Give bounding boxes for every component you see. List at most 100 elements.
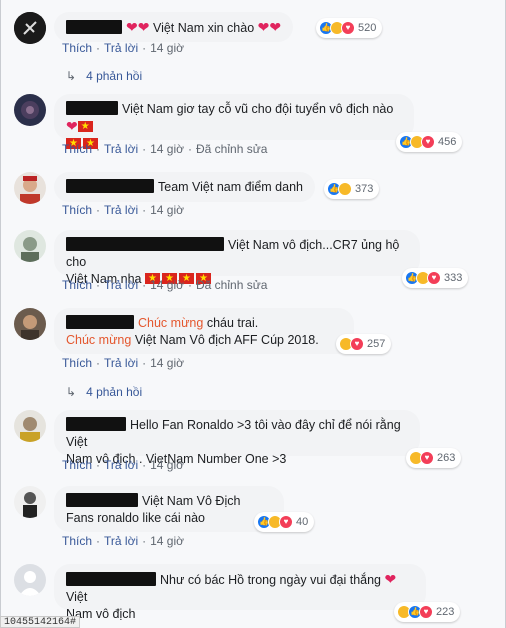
comment-text: Việt Nam giơ tay cỗ vũ cho đội tuyển vô … xyxy=(122,102,394,116)
reaction-count: 333 xyxy=(444,272,463,284)
edited-label[interactable]: Đã chỉnh sửa xyxy=(196,142,267,156)
haha-reaction-icon xyxy=(338,182,352,196)
comment-text: Như có bác Hồ trong ngày vui đại thắng xyxy=(160,573,382,587)
reaction-summary[interactable]: ♥ 257 xyxy=(336,334,392,354)
comment-actions: Thích · Trả lời · 14 giờ xyxy=(62,203,184,217)
mention-tag[interactable]: Chúc mừng xyxy=(138,316,203,330)
love-reaction-icon: ♥ xyxy=(421,135,435,149)
love-reaction-icon: ♥ xyxy=(419,605,433,619)
reaction-count: 257 xyxy=(367,338,386,350)
heart-icon: ❤ xyxy=(384,571,397,587)
heart-icon: ❤❤ xyxy=(126,19,150,35)
comment-time[interactable]: 14 giờ xyxy=(150,142,184,156)
comment-bubble: ❤❤ Việt Nam xin chào ❤❤ xyxy=(54,12,294,42)
redacted-name xyxy=(66,417,126,431)
comment-time[interactable]: 14 giờ xyxy=(150,278,184,292)
view-replies-link[interactable]: ↳ 4 phản hồi xyxy=(66,69,142,83)
redacted-name xyxy=(66,315,134,329)
like-link[interactable]: Thích xyxy=(62,356,92,370)
edited-label[interactable]: Đã chỉnh sửa xyxy=(196,278,267,292)
comment-time[interactable]: 14 giờ xyxy=(150,458,184,472)
avatar[interactable] xyxy=(14,308,46,340)
love-reaction-icon: ♥ xyxy=(350,337,364,351)
redacted-name xyxy=(66,179,154,193)
reaction-summary[interactable]: 👍 ♥ 40 xyxy=(254,512,315,532)
reaction-summary[interactable]: 👍 ♥ 333 xyxy=(402,268,469,288)
like-link[interactable]: Thích xyxy=(62,41,92,55)
love-reaction-icon: ♥ xyxy=(427,271,441,285)
comment-text: cháu trai. xyxy=(206,316,259,330)
vietnam-flag-icon xyxy=(77,118,93,135)
love-reaction-icon: ♥ xyxy=(420,451,434,465)
avatar[interactable] xyxy=(14,12,46,44)
comment-text: Việt Nam Vô địch AFF Cúp 2018. xyxy=(134,333,319,347)
avatar[interactable] xyxy=(14,94,46,126)
comment-actions: Thích · Trả lời · 14 giờ xyxy=(62,458,184,472)
reply-link[interactable]: Trả lời xyxy=(104,278,138,292)
reply-link[interactable]: Trả lời xyxy=(104,534,138,548)
reaction-count: 40 xyxy=(296,516,309,528)
reply-link[interactable]: Trả lời xyxy=(104,41,138,55)
reaction-count: 456 xyxy=(438,136,457,148)
comment-bubble: Như có bác Hồ trong ngày vui đại thắng ❤… xyxy=(54,564,426,621)
comment-actions: Thích · Trả lời · 14 giờ xyxy=(62,534,184,548)
reply-link[interactable]: Trả lời xyxy=(104,142,138,156)
avatar[interactable] xyxy=(14,486,46,518)
reaction-summary[interactable]: 👍 ♥ 456 xyxy=(396,132,463,152)
reply-link[interactable]: Trả lời xyxy=(104,458,138,472)
like-link[interactable]: Thích xyxy=(62,458,92,472)
comment-actions: Thích · Trả lời · 14 giờ xyxy=(62,356,184,370)
comment-bubble: Việt Nam vô địch...CR7 ủng hộ cho Việt N… xyxy=(54,230,420,287)
view-replies-link[interactable]: ↳ 4 phản hồi xyxy=(66,385,142,399)
comment-time[interactable]: 14 giờ xyxy=(150,203,184,217)
reply-link[interactable]: Trả lời xyxy=(104,356,138,370)
like-link[interactable]: Thích xyxy=(62,203,92,217)
reaction-summary[interactable]: 👍 ♥ 223 xyxy=(394,602,461,622)
comment-bubble: Team Việt nam điểm danh xyxy=(54,172,315,202)
replies-count[interactable]: 4 phản hồi xyxy=(86,385,142,399)
comment-text: Fans ronaldo like cái nào xyxy=(66,511,205,525)
reaction-summary[interactable]: 👍 373 xyxy=(324,179,380,199)
comment-bubble: Việt Nam Vô Địch Fans ronaldo like cái n… xyxy=(54,486,284,532)
redacted-name xyxy=(66,20,122,34)
comment-actions: Thích · Trả lời · 14 giờ · Đã chỉnh sửa xyxy=(62,278,268,292)
like-link[interactable]: Thích xyxy=(62,142,92,156)
like-link[interactable]: Thích xyxy=(62,278,92,292)
redacted-name xyxy=(66,101,118,115)
comment-actions: Thích · Trả lời · 14 giờ xyxy=(62,41,184,55)
status-bar-text: 10455142164# xyxy=(0,616,81,628)
avatar[interactable] xyxy=(14,172,46,204)
heart-icon: ❤ xyxy=(66,118,78,134)
redacted-name xyxy=(66,572,156,586)
redacted-name xyxy=(66,493,138,507)
redacted-name xyxy=(66,237,224,251)
comment-bubble: Việt Nam giơ tay cỗ vũ cho đội tuyển vô … xyxy=(54,94,414,152)
reply-arrow-icon: ↳ xyxy=(66,385,77,399)
like-link[interactable]: Thích xyxy=(62,534,92,548)
avatar[interactable] xyxy=(14,564,46,596)
comment-time[interactable]: 14 giờ xyxy=(150,356,184,370)
love-reaction-icon: ♥ xyxy=(341,21,355,35)
comment-time[interactable]: 14 giờ xyxy=(150,41,184,55)
comment-bubble: Chúc mừng cháu trai. Chúc mừng Việt Nam … xyxy=(54,308,354,354)
comment-text: Việt Nam Vô Địch xyxy=(142,494,241,508)
avatar[interactable] xyxy=(14,410,46,442)
reply-arrow-icon: ↳ xyxy=(66,69,77,83)
reaction-count: 223 xyxy=(436,606,455,618)
comment-text: Việt Nam xin chào xyxy=(152,21,255,35)
reaction-count: 373 xyxy=(355,183,374,195)
reaction-summary[interactable]: 👍 ♥ 520 xyxy=(316,18,383,38)
comment-time[interactable]: 14 giờ xyxy=(150,534,184,548)
heart-icon: ❤❤ xyxy=(257,19,282,35)
reaction-summary[interactable]: ♥ 263 xyxy=(406,448,462,468)
comment-bubble: Hello Fan Ronaldo >3 tôi vào đây chỉ để … xyxy=(54,410,420,466)
comment-actions: Thích · Trả lời · 14 giờ · Đã chỉnh sửa xyxy=(62,142,268,156)
mention-tag[interactable]: Chúc mừng xyxy=(66,333,131,347)
replies-count[interactable]: 4 phản hồi xyxy=(86,69,142,83)
reaction-count: 263 xyxy=(437,452,456,464)
avatar[interactable] xyxy=(14,230,46,262)
comment-text: Việt xyxy=(66,590,88,604)
reaction-count: 520 xyxy=(358,22,377,34)
comment-text: Team Việt nam điểm danh xyxy=(158,180,303,194)
reply-link[interactable]: Trả lời xyxy=(104,203,138,217)
